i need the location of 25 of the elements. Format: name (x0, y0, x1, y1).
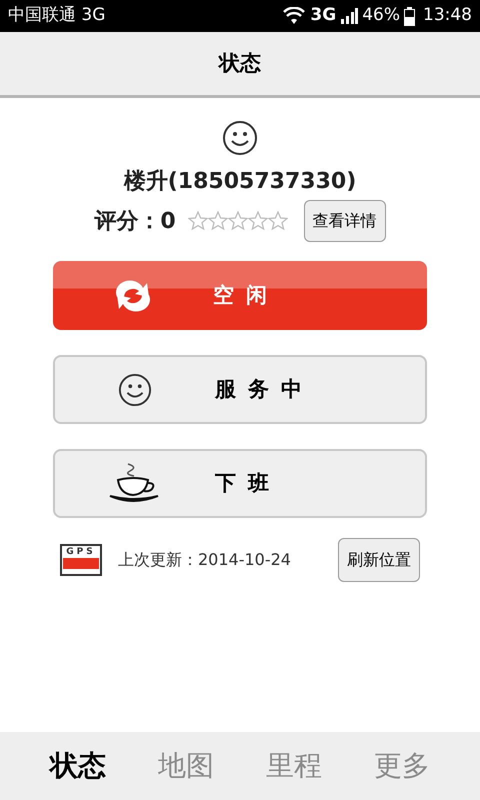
driver-name: 楼升(18505737330) (124, 168, 356, 196)
smiley-icon (118, 372, 152, 406)
star-icon (228, 211, 248, 231)
signal-icon (340, 7, 358, 25)
gps-icon: GPS (60, 544, 102, 576)
network-text: 3G (310, 4, 336, 28)
status-button[interactable]: 服务中 (53, 355, 427, 424)
details-button[interactable]: 查看详情 (304, 200, 386, 242)
wifi-icon (282, 7, 306, 25)
screen-title: 状态 (219, 50, 261, 77)
battery-text: 46% (362, 4, 400, 28)
refresh-location-button[interactable]: 刷新位置 (338, 538, 420, 582)
clock-text: 13:48 (423, 4, 472, 28)
star-icon (188, 211, 208, 231)
tab[interactable]: 状态 (50, 745, 106, 787)
rating-label: 评分：0 (94, 208, 176, 236)
carrier-text: 中国联通 3G (8, 4, 106, 28)
star-icon (268, 211, 288, 231)
star-icon (208, 211, 228, 231)
smiley-icon (222, 120, 258, 156)
last-update-text: 上次更新：2014-10-24 (118, 549, 291, 571)
status-button[interactable]: 下班 (53, 449, 427, 518)
battery-icon (404, 6, 415, 26)
status-button[interactable]: 空闲 (53, 261, 427, 330)
star-icon (248, 211, 268, 231)
